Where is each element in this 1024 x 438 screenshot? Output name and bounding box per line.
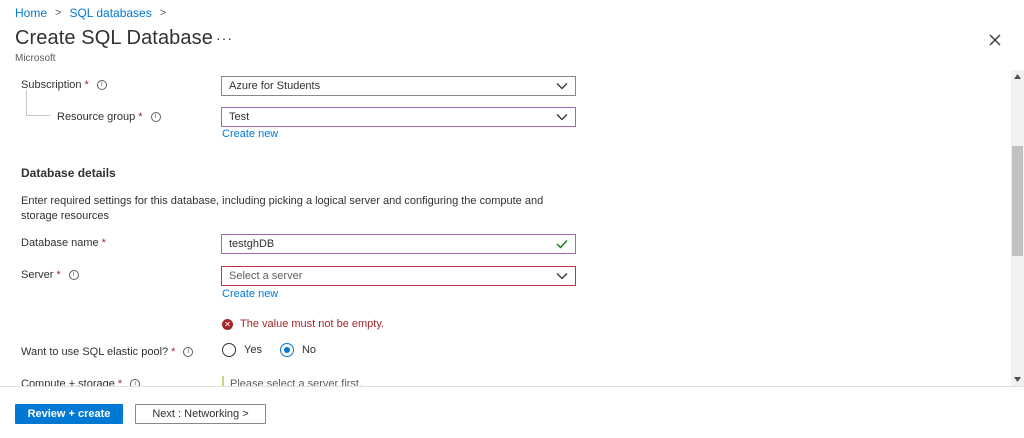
resource-group-dropdown[interactable]: Test — [221, 107, 576, 127]
database-name-value: testghDB — [229, 238, 275, 250]
server-error-message: ✕ The value must not be empty. — [222, 318, 384, 330]
resource-group-label: Resource group * i — [57, 111, 161, 123]
resource-group-value: Test — [229, 111, 250, 123]
create-new-server-link[interactable]: Create new — [222, 288, 278, 300]
page-subtitle: Microsoft — [15, 53, 56, 64]
server-dropdown[interactable]: Select a server — [221, 266, 576, 286]
review-create-button[interactable]: Review + create — [15, 404, 123, 424]
breadcrumb: Home > SQL databases > — [15, 6, 174, 20]
chevron-down-icon — [556, 114, 568, 121]
elastic-pool-radio-group: Yes No — [222, 343, 334, 357]
scroll-down-arrow-icon — [1014, 377, 1021, 382]
database-name-label-text: Database name — [21, 237, 99, 249]
database-name-input[interactable]: testghDB — [221, 234, 576, 254]
subscription-label-text: Subscription — [21, 79, 82, 91]
info-icon[interactable]: i — [130, 379, 141, 386]
info-icon[interactable]: i — [68, 270, 79, 280]
database-details-title: Database details — [21, 166, 116, 180]
server-error-text: The value must not be empty. — [240, 318, 385, 330]
tree-connector-horizontal — [26, 115, 50, 116]
resource-group-label-text: Resource group — [57, 111, 136, 123]
more-options-button[interactable]: ··· — [216, 30, 233, 46]
server-label: Server * i — [21, 269, 79, 281]
breadcrumb-home[interactable]: Home — [15, 6, 47, 20]
compute-storage-label-text: Compute + storage — [21, 378, 115, 386]
server-placeholder: Select a server — [229, 270, 303, 282]
scroll-up-arrow-icon — [1014, 74, 1021, 79]
breadcrumb-separator-icon: > — [55, 7, 62, 19]
subscription-value: Azure for Students — [229, 80, 321, 92]
footer-divider — [0, 386, 1024, 387]
elastic-pool-label-text: Want to use SQL elastic pool? — [21, 346, 169, 358]
create-new-resource-group-link[interactable]: Create new — [222, 128, 278, 140]
required-marker: * — [117, 378, 123, 386]
tree-connector-vertical — [26, 90, 27, 115]
required-marker: * — [171, 346, 176, 358]
subscription-label: Subscription * i — [21, 79, 107, 91]
breadcrumb-sql-databases[interactable]: SQL databases — [69, 6, 151, 20]
compute-storage-hint-text: Please select a server first. — [230, 378, 363, 386]
elastic-pool-label: Want to use SQL elastic pool? * i — [21, 346, 194, 358]
required-marker: * — [138, 111, 143, 123]
page-title: Create SQL Database — [15, 27, 213, 49]
required-marker: * — [56, 269, 61, 281]
server-label-text: Server — [21, 269, 54, 281]
elastic-pool-no-radio[interactable] — [279, 343, 294, 357]
info-icon[interactable]: i — [183, 347, 194, 357]
database-details-description: Enter required settings for this databas… — [21, 195, 544, 222]
database-name-label: Database name * — [21, 237, 106, 249]
compute-storage-label: Compute + storage * i — [21, 378, 141, 386]
scroll-up-button[interactable] — [1011, 70, 1024, 83]
info-icon[interactable]: i — [96, 80, 107, 90]
form-scroll-area[interactable]: Subscription * i Azure for Students Reso… — [0, 70, 1024, 386]
close-button[interactable] — [985, 30, 1005, 50]
checkmark-icon — [556, 240, 568, 249]
close-icon — [989, 34, 1001, 46]
error-circle-icon: ✕ — [222, 318, 233, 330]
required-marker: * — [101, 237, 106, 249]
next-networking-button[interactable]: Next : Networking > — [135, 404, 266, 424]
compute-storage-hint: Please select a server first. — [222, 376, 362, 386]
info-icon[interactable]: i — [150, 112, 161, 122]
elastic-pool-yes-radio[interactable] — [222, 343, 236, 357]
scroll-down-button[interactable] — [1011, 373, 1024, 386]
scrollbar-thumb[interactable] — [1012, 146, 1023, 256]
chevron-down-icon — [556, 83, 568, 90]
required-marker: * — [84, 79, 89, 91]
breadcrumb-separator-icon: > — [159, 7, 167, 19]
subscription-dropdown[interactable]: Azure for Students — [221, 76, 576, 96]
elastic-pool-no-label[interactable]: No — [302, 344, 316, 356]
chevron-down-icon — [556, 273, 568, 280]
elastic-pool-yes-label[interactable]: Yes — [244, 344, 262, 356]
